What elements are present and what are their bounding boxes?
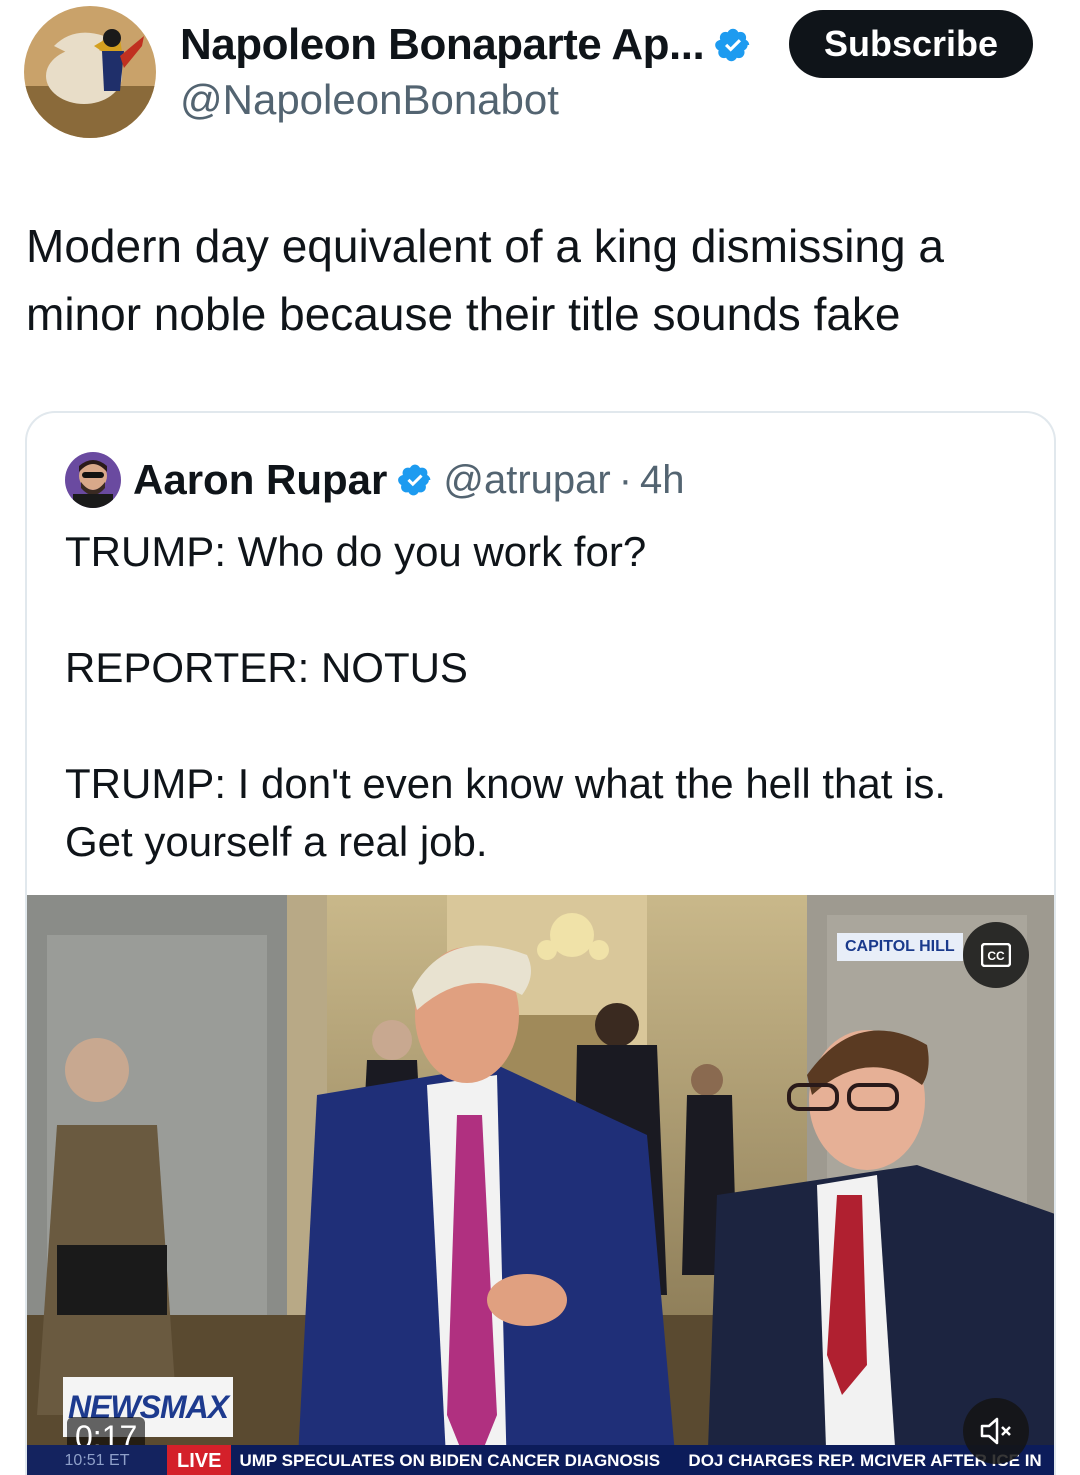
quoted-timestamp[interactable]: 4h xyxy=(640,458,685,503)
meta-separator: · xyxy=(618,457,633,502)
video-player[interactable]: CAPITOL HILL CC NEWSMAX 0:17 10:51 ET LI… xyxy=(27,895,1054,1475)
subscribe-button[interactable]: Subscribe xyxy=(789,10,1033,78)
verified-badge-icon xyxy=(397,462,433,498)
author-avatar[interactable] xyxy=(24,6,156,138)
quoted-tweet-text: TRUMP: Who do you work for? REPORTER: NO… xyxy=(65,528,947,865)
author-name-row: Napoleon Bonaparte Ap... xyxy=(180,20,752,70)
quoted-tweet-header: Aaron Rupar @atrupar · 4h xyxy=(65,449,685,511)
closed-captions-icon[interactable]: CC xyxy=(963,922,1029,988)
quoted-author-handle[interactable]: @atrupar xyxy=(443,458,610,503)
location-tag: CAPITOL HILL xyxy=(837,933,963,961)
ticker-headline: UMP SPECULATES ON BIDEN CANCER DIAGNOSIS… xyxy=(239,1451,1042,1470)
quoted-author-avatar[interactable] xyxy=(65,452,121,508)
ticker-live-badge: LIVE xyxy=(167,1445,232,1475)
muted-speaker-icon[interactable] xyxy=(963,1398,1029,1464)
ticker-time: 10:51 ET xyxy=(27,1445,167,1475)
tweet-header: Napoleon Bonaparte Ap... @NapoleonBonabo… xyxy=(0,0,1080,150)
author-handle[interactable]: @NapoleonBonabot xyxy=(180,76,559,124)
quoted-tweet[interactable]: Aaron Rupar @atrupar · 4h TRUMP: Who do … xyxy=(25,411,1056,1475)
author-display-name[interactable]: Napoleon Bonaparte Ap... xyxy=(180,20,705,70)
verified-badge-icon xyxy=(714,26,752,64)
tweet-text: Modern day equivalent of a king dismissi… xyxy=(26,220,944,340)
news-ticker: 10:51 ET LIVE UMP SPECULATES ON BIDEN CA… xyxy=(27,1445,1054,1475)
svg-text:CC: CC xyxy=(987,949,1005,963)
quoted-author-name[interactable]: Aaron Rupar xyxy=(133,456,387,504)
